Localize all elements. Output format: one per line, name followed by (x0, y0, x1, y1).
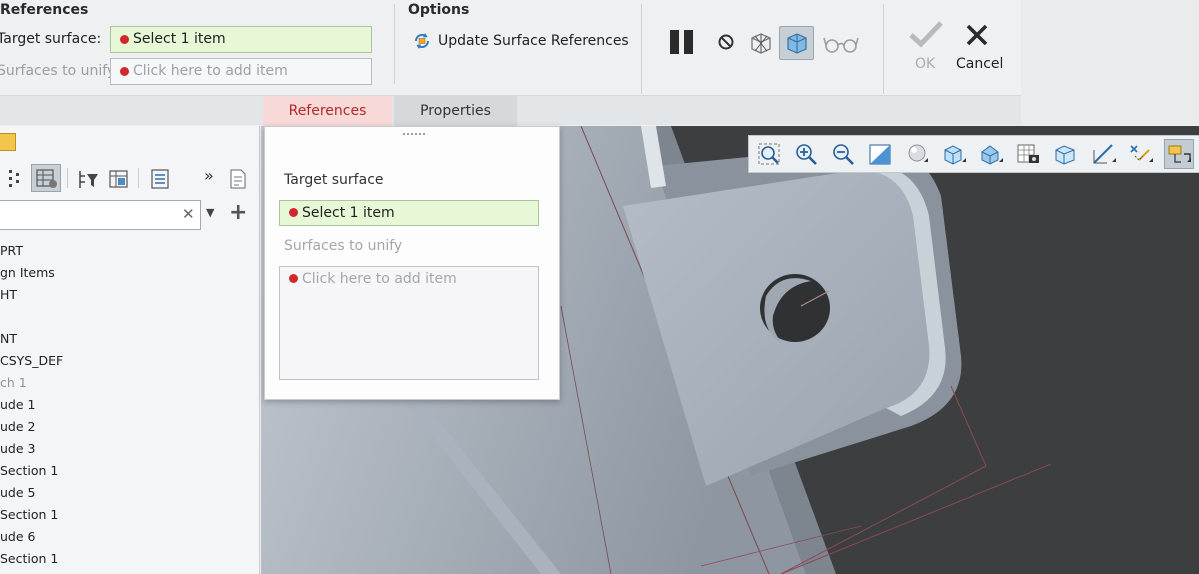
dashboard-ribbon: References Target surface: Select 1 item… (0, 0, 1021, 96)
refresh-icon (414, 33, 430, 49)
options-group-title: Options (408, 2, 470, 18)
model-tree-panel: » ✕ ▼ + PRT gn Items HT NT CSYS_DEF ch 1 ude 1… (0, 126, 260, 574)
view-toolbar (748, 135, 1199, 173)
repaint-icon[interactable] (865, 139, 895, 169)
saved-orientations-icon[interactable] (939, 139, 969, 169)
panel-target-surface-value: Select 1 item (302, 205, 395, 221)
required-dot-icon (289, 274, 298, 283)
tree-item[interactable]: ude 6 (0, 526, 259, 548)
zoom-in-icon[interactable] (791, 139, 821, 169)
tree-item[interactable]: ude 5 (0, 482, 259, 504)
references-panel: Target surface Select 1 item Surfaces to… (264, 126, 560, 400)
annotation-display-icon[interactable] (1164, 139, 1194, 169)
panel-grip-handle[interactable] (403, 133, 425, 136)
wireframe-preview-icon[interactable] (745, 28, 777, 58)
tree-item[interactable]: PRT (0, 240, 259, 262)
panel-target-surface-collector[interactable]: Select 1 item (279, 200, 539, 226)
tree-item[interactable]: gn Items (0, 262, 259, 284)
tree-item[interactable]: Section 1 (0, 460, 259, 482)
surface-preview-icon[interactable] (779, 26, 814, 60)
pause-icon[interactable] (665, 27, 699, 57)
target-surface-value: Select 1 item (133, 31, 226, 47)
surfaces-to-unify-collector[interactable]: Click here to add item (110, 58, 372, 85)
update-surface-references-button[interactable]: Update Surface References (412, 30, 629, 52)
refit-icon[interactable] (754, 139, 784, 169)
tree-settings-icon[interactable] (108, 168, 130, 190)
cancel-button[interactable] (960, 20, 994, 50)
target-surface-label: Target surface: (0, 31, 102, 47)
target-surface-collector[interactable]: Select 1 item (110, 26, 372, 53)
tab-references[interactable]: References (263, 96, 392, 126)
tree-item[interactable]: ch 1 (0, 372, 259, 394)
layer-list-icon[interactable] (150, 168, 170, 190)
model-tree-list: PRT gn Items HT NT CSYS_DEF ch 1 ude 1 ude 2 ude… (0, 240, 259, 570)
model-tree-toolbar: » (0, 162, 259, 194)
tree-columns-icon[interactable] (8, 168, 22, 188)
required-dot-icon (120, 67, 129, 76)
document-options-icon[interactable] (228, 168, 248, 190)
tree-item[interactable]: ude 2 (0, 416, 259, 438)
section-icon[interactable] (1089, 139, 1119, 169)
tree-item[interactable]: Section 1 (0, 548, 259, 570)
surfaces-to-unify-label: Surfaces to unify: (0, 63, 119, 79)
tree-item[interactable]: CSYS_DEF (0, 350, 259, 372)
required-dot-icon (289, 208, 298, 217)
surfaces-to-unify-placeholder: Click here to add item (133, 63, 288, 79)
ok-label[interactable]: OK (915, 56, 935, 72)
ok-button[interactable] (906, 18, 946, 50)
show-tree-pressed-icon[interactable] (31, 164, 61, 192)
tree-item[interactable]: ude 3 (0, 438, 259, 460)
tree-item[interactable] (0, 306, 259, 328)
required-dot-icon (120, 35, 129, 44)
tab-properties[interactable]: Properties (394, 96, 517, 126)
cancel-label[interactable]: Cancel (956, 56, 1003, 72)
search-dropdown-icon[interactable]: ▼ (206, 206, 214, 219)
ribbon-empty-area (1021, 0, 1199, 125)
filter-icon[interactable] (78, 168, 100, 190)
glasses-icon[interactable] (822, 30, 860, 58)
clear-search-icon[interactable]: ✕ (182, 205, 195, 223)
more-chevron-icon[interactable]: » (204, 166, 214, 185)
datum-display-icon[interactable] (1126, 139, 1156, 169)
group-divider (883, 4, 884, 94)
tree-item[interactable]: NT (0, 328, 259, 350)
tree-search-row: ✕ ▼ + (0, 200, 259, 232)
panel-surfaces-to-unify-collector[interactable]: Click here to add item (279, 266, 539, 380)
display-style-icon[interactable] (902, 139, 932, 169)
tree-item[interactable]: ude 1 (0, 394, 259, 416)
tree-item[interactable]: Section 1 (0, 504, 259, 526)
add-icon[interactable]: + (229, 200, 247, 225)
references-group-title: References (0, 2, 89, 18)
folder-icon[interactable] (0, 133, 16, 151)
tree-item[interactable]: HT (0, 284, 259, 306)
view-manager-icon[interactable] (976, 139, 1006, 169)
group-divider (641, 4, 642, 94)
no-entry-icon[interactable] (714, 30, 738, 54)
zoom-out-icon[interactable] (828, 139, 858, 169)
appearance-icon[interactable] (1050, 139, 1080, 169)
perspective-view-icon[interactable] (1013, 139, 1043, 169)
update-surface-references-label: Update Surface References (438, 33, 629, 49)
group-divider (394, 4, 395, 84)
panel-surfaces-to-unify-placeholder: Click here to add item (302, 271, 457, 287)
panel-target-surface-label: Target surface (284, 172, 384, 188)
panel-surfaces-to-unify-label: Surfaces to unify (284, 238, 403, 254)
tree-search-input[interactable] (0, 200, 201, 230)
